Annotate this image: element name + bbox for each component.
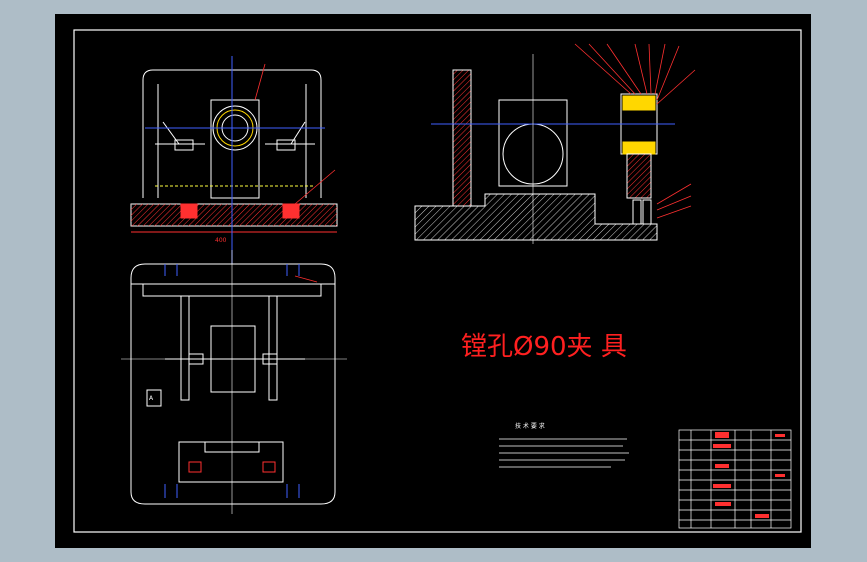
drawing-title: 镗孔Ø90夹 具	[461, 332, 627, 362]
drawing-sheet: 400 A 镗孔Ø90夹 具 技 术 要 求	[55, 14, 811, 548]
side-view	[414, 69, 658, 241]
title-block	[678, 429, 792, 529]
tech-req-lines	[499, 438, 629, 468]
top-view	[130, 263, 336, 505]
cad-viewport[interactable]: 400 A 镗孔Ø90夹 具 技 术 要 求	[0, 0, 867, 562]
tech-req-heading: 技 术 要 求	[515, 422, 545, 430]
drawing-canvas: 400 A 镗孔Ø90夹 具 技 术 要 求	[73, 29, 802, 533]
title-block-marks	[713, 432, 785, 518]
view-marker: A	[149, 395, 154, 402]
drawing-frame	[73, 29, 802, 533]
dimension-label: 400	[215, 237, 227, 244]
front-view	[130, 69, 338, 233]
